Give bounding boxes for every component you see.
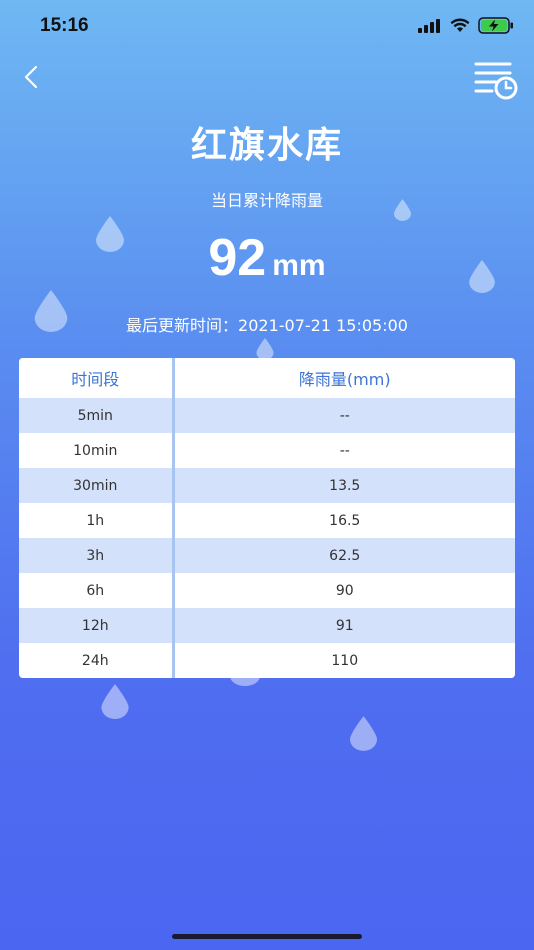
last-update-time: 最后更新时间：2021-07-21 15:05:00: [126, 316, 408, 335]
table-row: 12h 91: [19, 608, 515, 643]
daily-rainfall-label: 当日累计降雨量: [210, 191, 323, 210]
raindrop-icon: [256, 338, 274, 360]
rainfall-cell: 16.5: [173, 503, 515, 538]
period-cell: 24h: [19, 643, 175, 678]
rainfall-cell: --: [173, 433, 515, 468]
rainfall-cell: 90: [173, 573, 515, 608]
period-cell: 12h: [19, 608, 175, 643]
column-header-period: 时间段: [19, 358, 175, 398]
period-cell: 1h: [19, 503, 175, 538]
period-cell: 6h: [19, 573, 175, 608]
table-row: 5min --: [19, 398, 515, 433]
rainfall-value: 92: [208, 229, 267, 287]
battery-charging-icon: [478, 17, 513, 34]
rainfall-cell: --: [173, 398, 515, 433]
wifi-icon: [450, 18, 470, 32]
raindrop-icon: [350, 716, 377, 751]
chevron-left-icon: [24, 65, 38, 89]
table-row: 1h 16.5: [19, 503, 515, 538]
period-cell: 30min: [19, 468, 175, 503]
rainfall-unit: mm: [272, 249, 326, 282]
rainfall-cell: 110: [173, 643, 515, 678]
page-title: 红旗水库: [190, 125, 343, 166]
daily-rainfall-total: 92 mm: [0, 228, 534, 288]
home-indicator[interactable]: [172, 934, 362, 939]
rainfall-table: 时间段 降雨量(mm) 5min -- 10min -- 30min 13.5 …: [19, 358, 515, 678]
rainfall-table-card: 时间段 降雨量(mm) 5min -- 10min -- 30min 13.5 …: [19, 358, 515, 678]
raindrop-icon: [101, 684, 129, 719]
period-cell: 10min: [19, 433, 175, 468]
table-row: 3h 62.5: [19, 538, 515, 573]
period-cell: 3h: [19, 538, 175, 573]
status-icons: [418, 17, 514, 34]
column-header-rainfall: 降雨量(mm): [173, 358, 515, 398]
table-row: 10min --: [19, 433, 515, 468]
back-button[interactable]: [18, 62, 48, 92]
status-time: 15:16: [40, 15, 89, 36]
table-row: 30min 13.5: [19, 468, 515, 503]
rainfall-cell: 13.5: [173, 468, 515, 503]
table-row: 24h 110: [19, 643, 515, 678]
history-button[interactable]: [474, 60, 518, 100]
signal-icon: [418, 18, 440, 33]
rainfall-cell: 62.5: [173, 538, 515, 573]
rainfall-cell: 91: [173, 608, 515, 643]
table-header-row: 时间段 降雨量(mm): [19, 358, 515, 398]
period-cell: 5min: [19, 398, 175, 433]
status-bar: 15:16: [0, 0, 534, 52]
table-row: 6h 90: [19, 573, 515, 608]
list-clock-icon: [474, 62, 518, 100]
